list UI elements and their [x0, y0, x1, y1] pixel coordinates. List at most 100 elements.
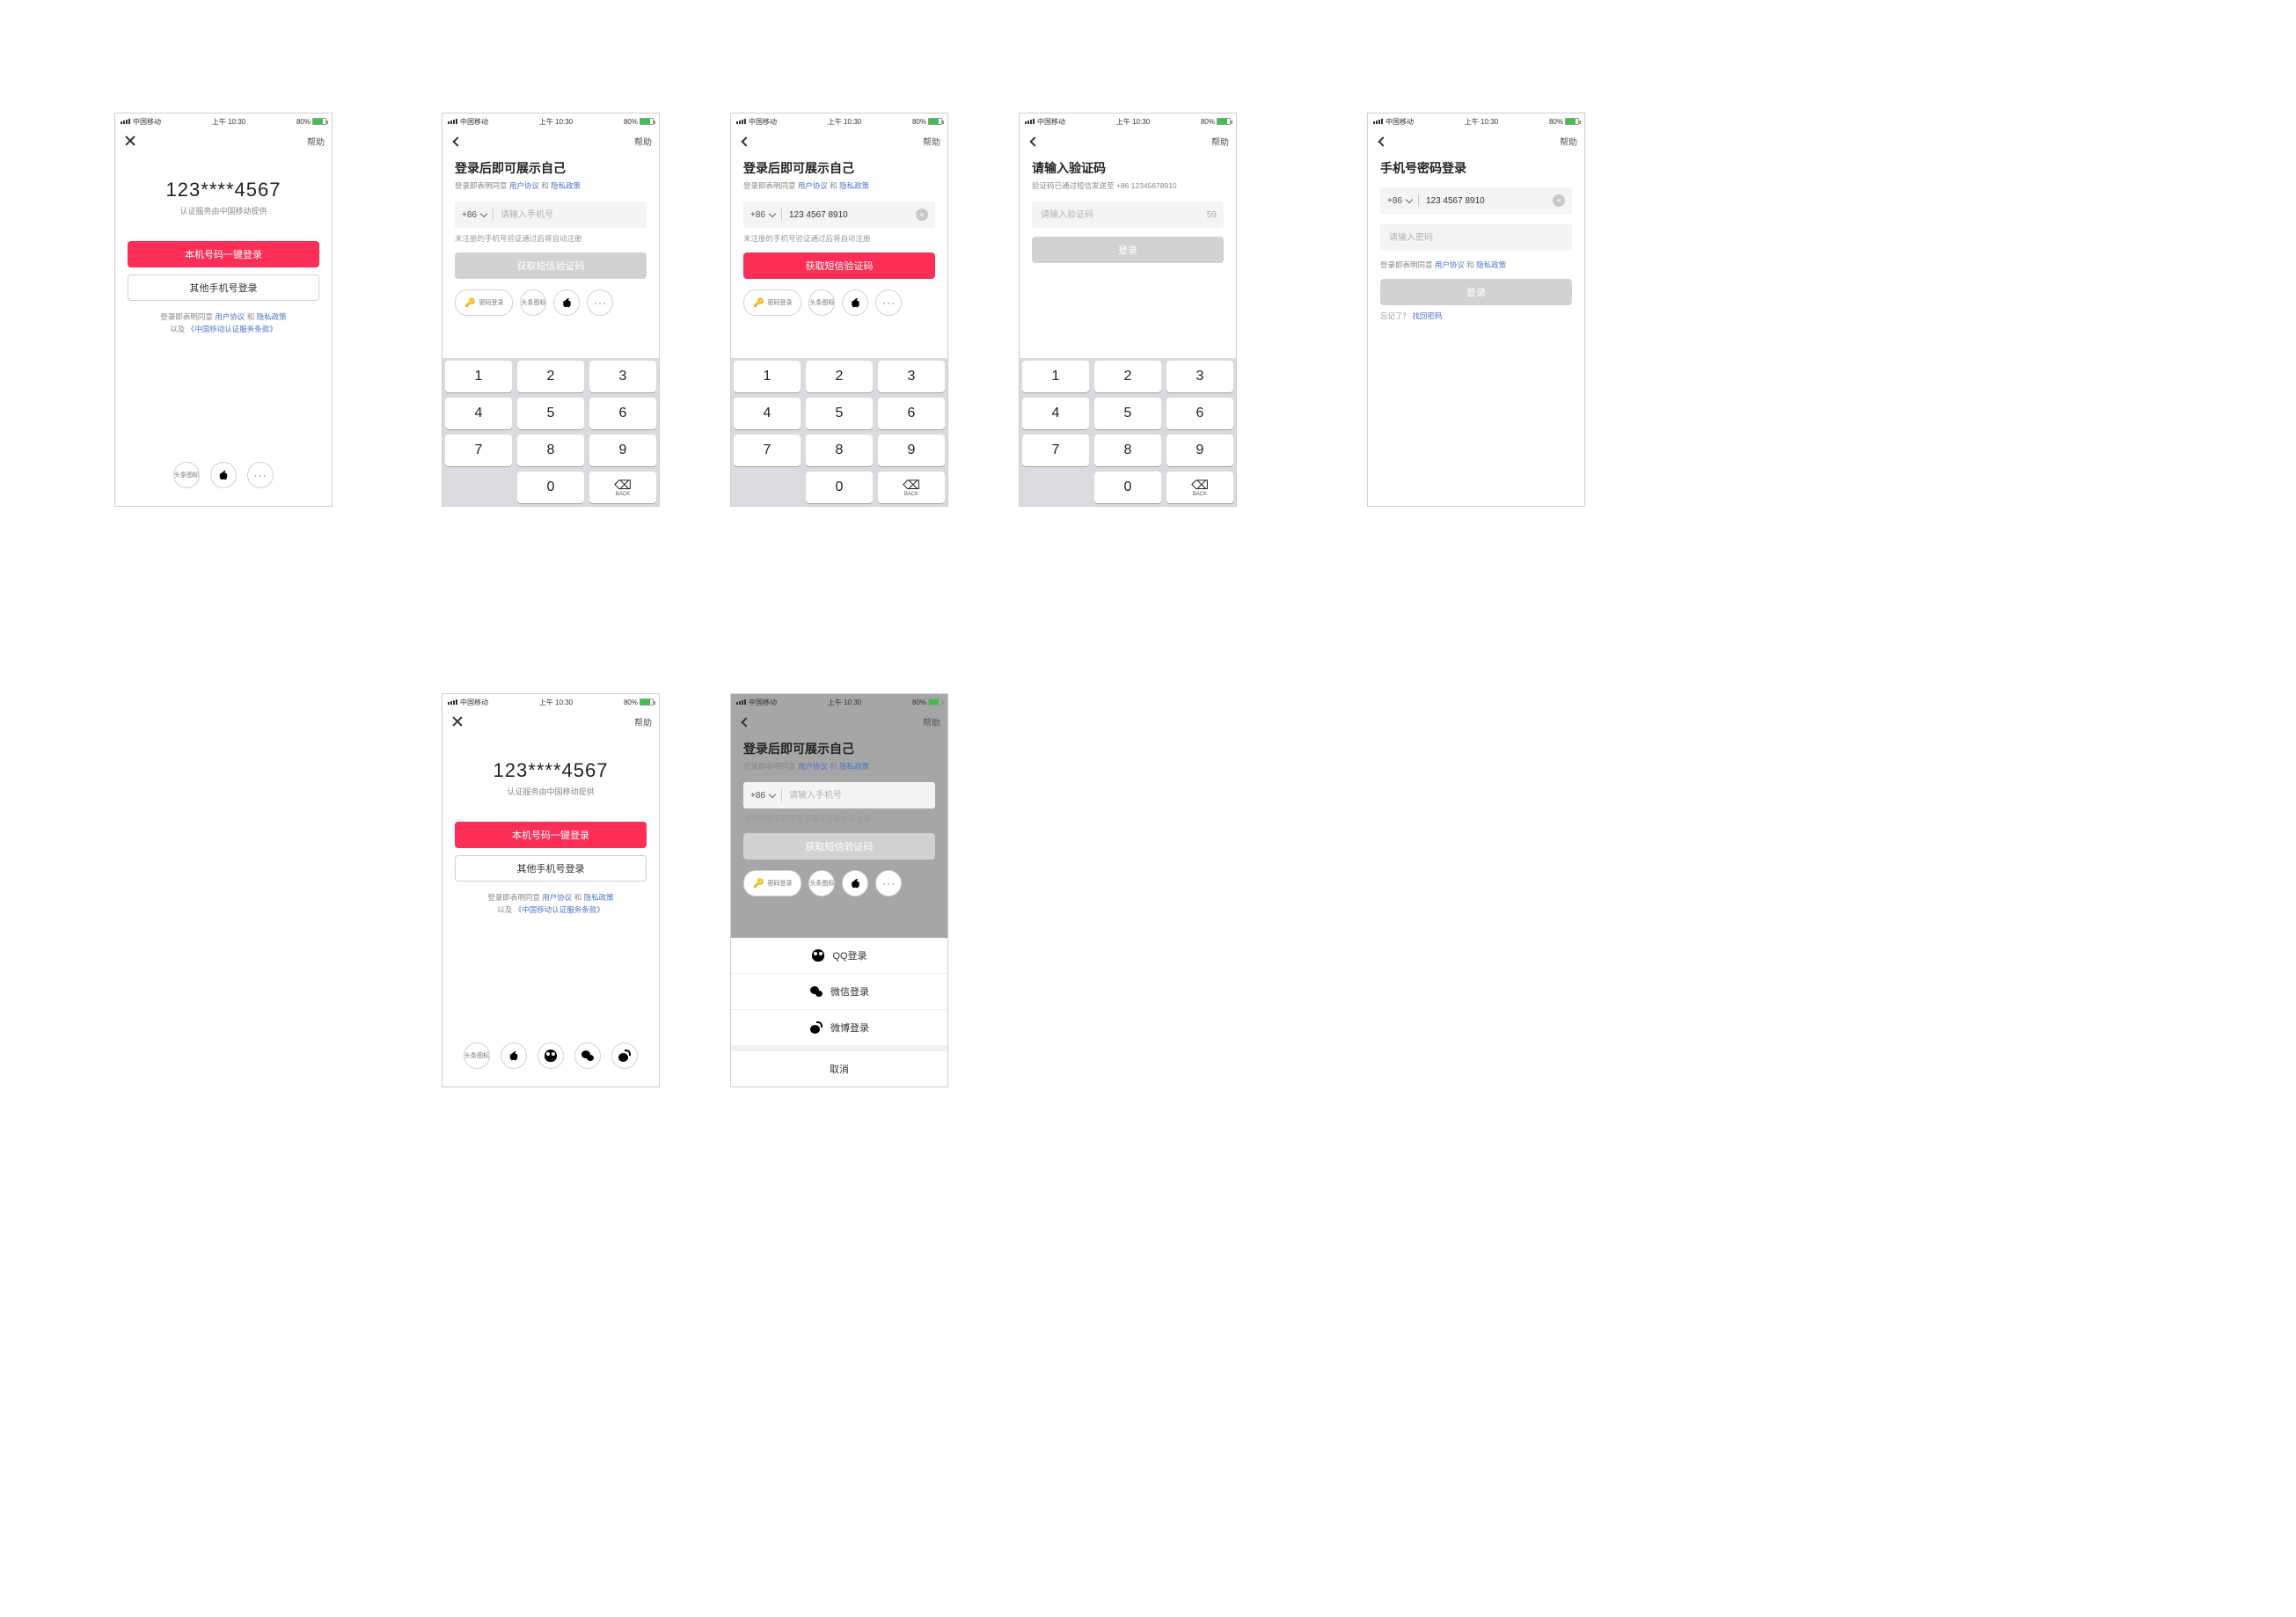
keypad-6[interactable]: 6	[878, 398, 945, 429]
apple-login-button[interactable]	[501, 1043, 527, 1069]
apple-login-button[interactable]	[842, 289, 868, 316]
wechat-login-item[interactable]: 微信登录	[731, 974, 947, 1010]
weibo-login-button[interactable]	[611, 1043, 638, 1069]
keypad-6[interactable]: 6	[1166, 398, 1233, 429]
user-agreement-link[interactable]: 用户协议	[215, 312, 245, 321]
code-input-field[interactable]: 59	[1032, 201, 1224, 228]
keypad-9[interactable]: 9	[589, 435, 656, 466]
get-sms-code-button[interactable]: 获取短信验证码	[743, 252, 935, 279]
back-button[interactable]	[738, 713, 754, 729]
keypad-backspace[interactable]: ⌫ BACK	[589, 472, 656, 503]
wechat-login-button[interactable]	[574, 1043, 601, 1069]
keypad-3[interactable]: 3	[878, 361, 945, 392]
help-link[interactable]: 帮助	[1560, 135, 1577, 148]
keypad-2[interactable]: 2	[806, 361, 873, 392]
phone-input[interactable]	[499, 209, 640, 221]
cmcc-terms-link[interactable]: 《中国移动认证服务条款》	[187, 325, 277, 333]
one-tap-login-button[interactable]: 本机号码一键登录	[455, 822, 647, 848]
apple-login-button[interactable]	[553, 289, 580, 316]
toutiao-login-button[interactable]: 头条图标	[520, 289, 546, 316]
help-link[interactable]: 帮助	[307, 135, 325, 148]
phone-input-field[interactable]: +86	[743, 782, 935, 808]
toutiao-login-button[interactable]: 头条图标	[808, 289, 835, 316]
password-login-button[interactable]: 🔑 密码登录	[743, 289, 801, 316]
user-agreement-link[interactable]: 用户协议	[509, 181, 539, 190]
more-login-button[interactable]	[875, 870, 902, 896]
keypad-3[interactable]: 3	[589, 361, 656, 392]
phone-input[interactable]	[1424, 195, 1547, 207]
toutiao-login-button[interactable]: 头条图标	[808, 870, 835, 896]
privacy-policy-link[interactable]: 隐私政策	[839, 762, 869, 771]
country-code-picker[interactable]: +86	[750, 791, 776, 801]
clear-input-button[interactable]: ×	[1553, 194, 1565, 207]
keypad-2[interactable]: 2	[517, 361, 584, 392]
weibo-login-item[interactable]: 微博登录	[731, 1010, 947, 1046]
keypad-4[interactable]: 4	[734, 398, 801, 429]
phone-input[interactable]	[787, 209, 910, 221]
close-button[interactable]	[450, 713, 465, 729]
toutiao-login-button[interactable]: 头条图标	[173, 462, 200, 488]
user-agreement-link[interactable]: 用户协议	[542, 893, 572, 902]
keypad-0[interactable]: 0	[1094, 472, 1161, 503]
forgot-password-link[interactable]: 找回密码	[1412, 311, 1442, 320]
user-agreement-link[interactable]: 用户协议	[798, 181, 828, 190]
back-button[interactable]	[1027, 133, 1042, 149]
toutiao-login-button[interactable]: 头条图标	[464, 1043, 490, 1069]
keypad-2[interactable]: 2	[1094, 361, 1161, 392]
keypad-1[interactable]: 1	[1022, 361, 1089, 392]
help-link[interactable]: 帮助	[1211, 135, 1229, 148]
back-button[interactable]	[1375, 133, 1391, 149]
keypad-6[interactable]: 6	[589, 398, 656, 429]
more-login-button[interactable]	[587, 289, 613, 316]
apple-login-button[interactable]	[842, 870, 868, 896]
keypad-5[interactable]: 5	[1094, 398, 1161, 429]
phone-input-field[interactable]: +86	[455, 201, 647, 228]
keypad-7[interactable]: 7	[445, 435, 512, 466]
more-login-button[interactable]	[875, 289, 902, 316]
privacy-policy-link[interactable]: 隐私政策	[1476, 260, 1506, 269]
keypad-1[interactable]: 1	[445, 361, 512, 392]
keypad-8[interactable]: 8	[517, 435, 584, 466]
keypad-backspace[interactable]: ⌫ BACK	[1166, 472, 1233, 503]
keypad-8[interactable]: 8	[806, 435, 873, 466]
keypad-9[interactable]: 9	[878, 435, 945, 466]
keypad-7[interactable]: 7	[1022, 435, 1089, 466]
keypad-8[interactable]: 8	[1094, 435, 1161, 466]
country-code-picker[interactable]: +86	[462, 210, 487, 220]
back-button[interactable]	[738, 133, 754, 149]
keypad-3[interactable]: 3	[1166, 361, 1233, 392]
close-button[interactable]	[122, 133, 138, 149]
qq-login-button[interactable]	[537, 1043, 564, 1069]
user-agreement-link[interactable]: 用户协议	[1435, 260, 1465, 269]
help-link[interactable]: 帮助	[634, 135, 652, 148]
keypad-5[interactable]: 5	[517, 398, 584, 429]
qq-login-item[interactable]: QQ登录	[731, 938, 947, 974]
country-code-picker[interactable]: +86	[750, 210, 776, 220]
password-input[interactable]	[1387, 232, 1565, 244]
keypad-0[interactable]: 0	[806, 472, 873, 503]
country-code-picker[interactable]: +86	[1387, 196, 1413, 206]
phone-input-field[interactable]: +86 ×	[743, 201, 935, 228]
keypad-4[interactable]: 4	[445, 398, 512, 429]
privacy-policy-link[interactable]: 隐私政策	[839, 181, 869, 190]
other-phone-login-button[interactable]: 其他手机号登录	[455, 855, 647, 882]
keypad-5[interactable]: 5	[806, 398, 873, 429]
code-input[interactable]	[1039, 209, 1202, 221]
keypad-1[interactable]: 1	[734, 361, 801, 392]
phone-input[interactable]	[787, 790, 928, 801]
user-agreement-link[interactable]: 用户协议	[798, 762, 828, 771]
keypad-7[interactable]: 7	[734, 435, 801, 466]
cmcc-terms-link[interactable]: 《中国移动认证服务条款》	[515, 905, 604, 914]
keypad-9[interactable]: 9	[1166, 435, 1233, 466]
more-login-button[interactable]	[247, 462, 274, 488]
keypad-backspace[interactable]: ⌫ BACK	[878, 472, 945, 503]
password-login-button[interactable]: 🔑 密码登录	[455, 289, 513, 316]
clear-input-button[interactable]: ×	[916, 209, 928, 221]
sheet-cancel-button[interactable]: 取消	[731, 1051, 947, 1087]
privacy-policy-link[interactable]: 隐私政策	[551, 181, 581, 190]
privacy-policy-link[interactable]: 隐私政策	[257, 312, 287, 321]
phone-input-field[interactable]: +86 ×	[1380, 187, 1572, 214]
back-button[interactable]	[450, 133, 465, 149]
help-link[interactable]: 帮助	[634, 715, 652, 728]
privacy-policy-link[interactable]: 隐私政策	[584, 893, 614, 902]
